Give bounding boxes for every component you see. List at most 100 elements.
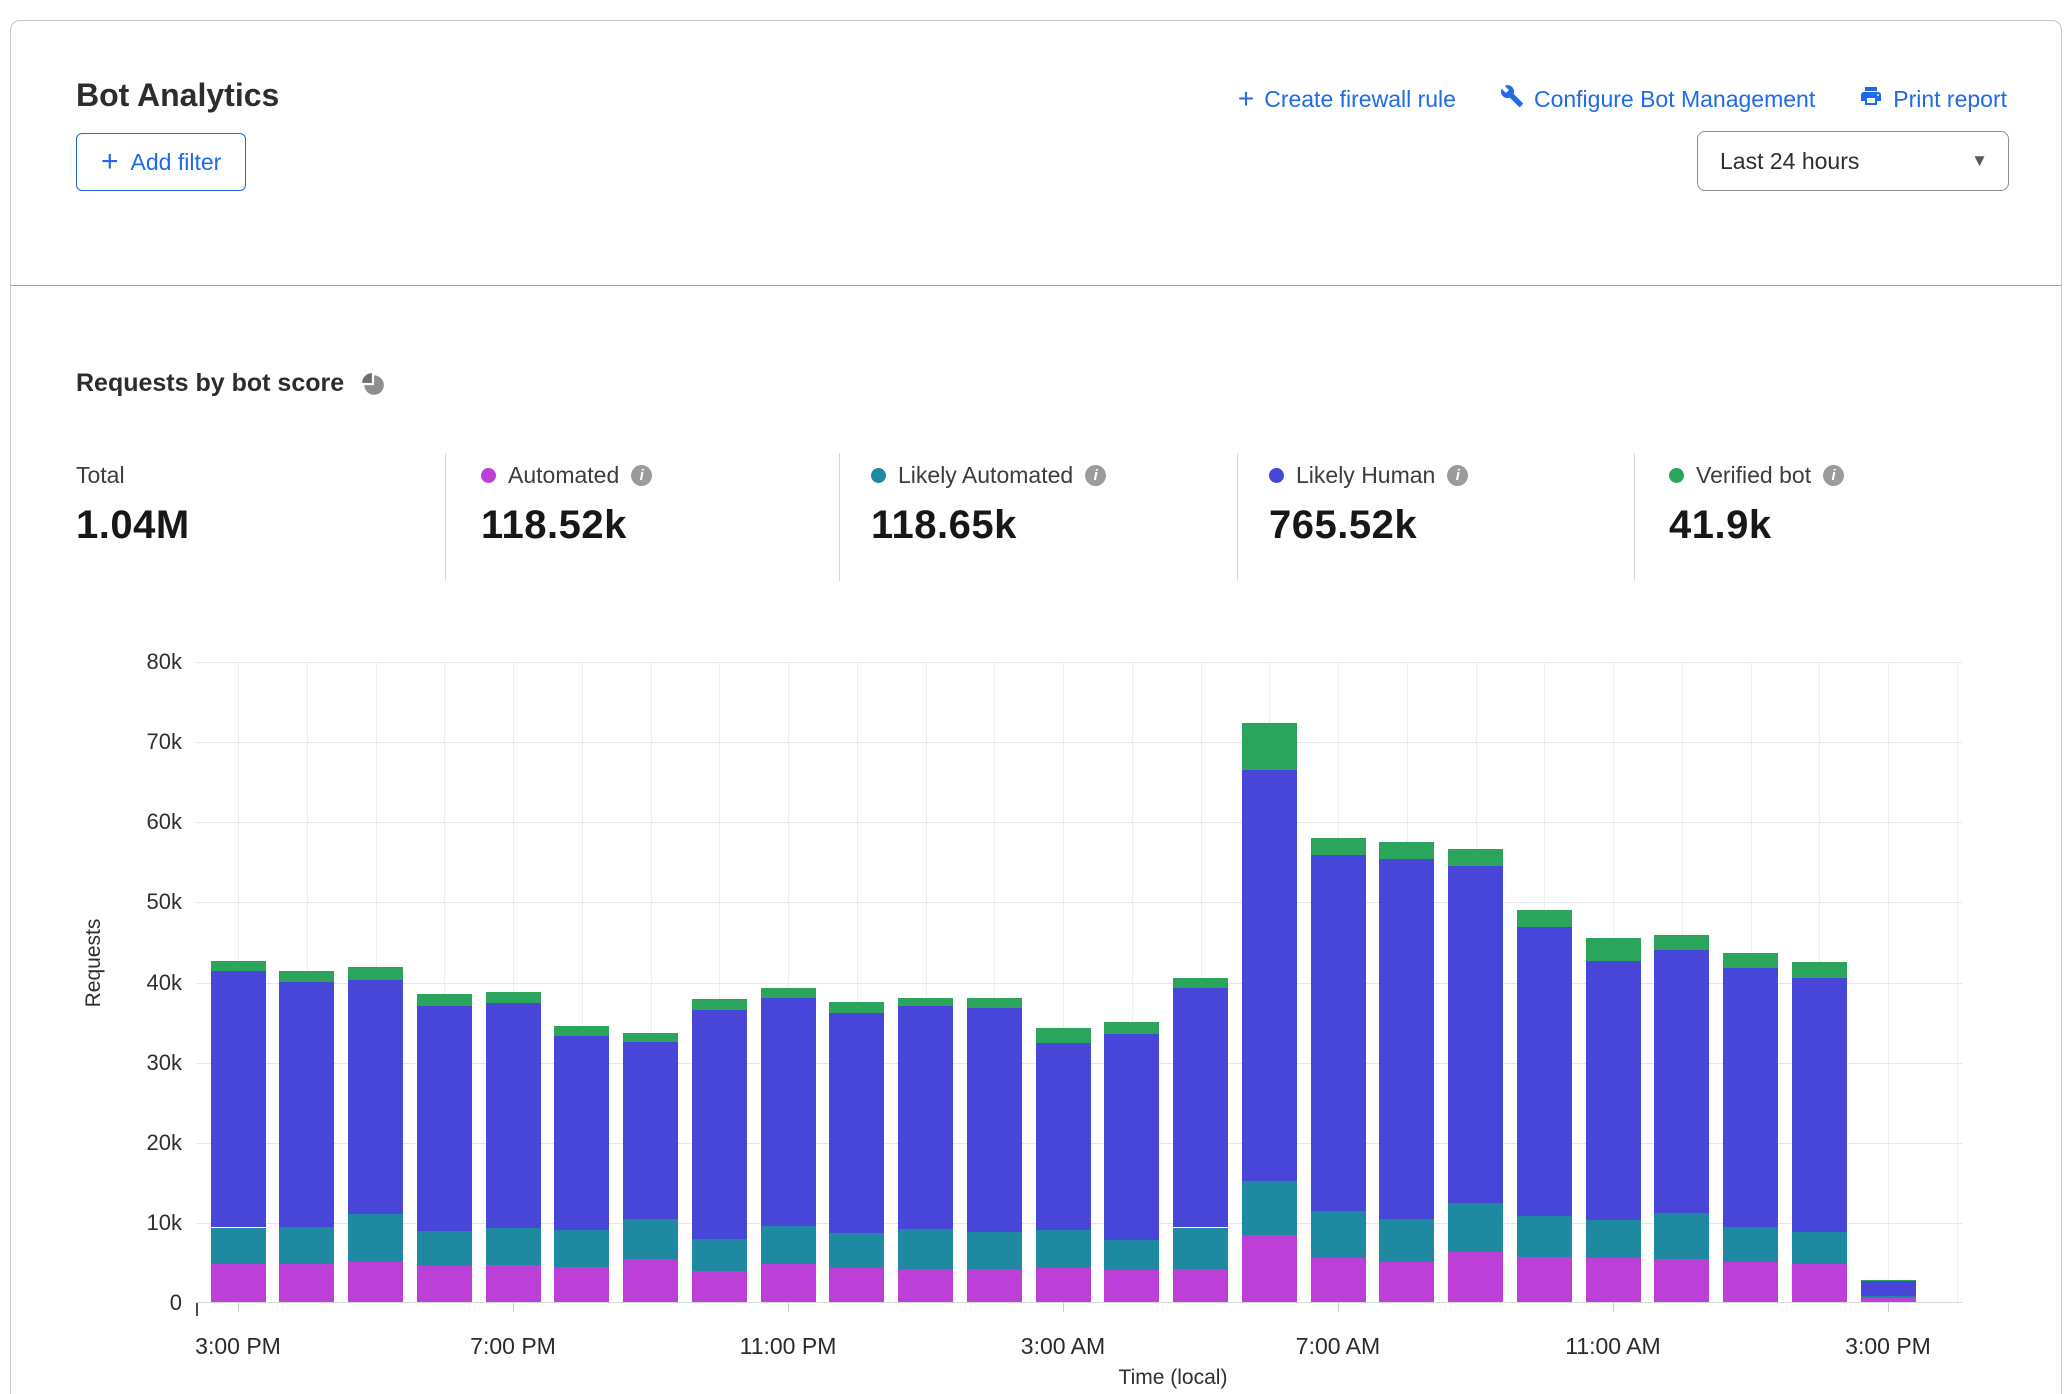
bar-segment-verified-bot[interactable] — [211, 961, 266, 971]
bar-segment-likely-human[interactable] — [1723, 968, 1778, 1228]
bar-segment-likely-automated[interactable] — [829, 1233, 884, 1267]
bar-segment-likely-human[interactable] — [898, 1006, 953, 1229]
bar-segment-verified-bot[interactable] — [692, 999, 747, 1009]
bar-segment-automated[interactable] — [1654, 1259, 1709, 1302]
bar-segment-automated[interactable] — [417, 1266, 472, 1302]
bar-segment-verified-bot[interactable] — [1379, 842, 1434, 859]
bar-segment-likely-human[interactable] — [1379, 859, 1434, 1219]
bar-segment-automated[interactable] — [1104, 1270, 1159, 1302]
bar-segment-likely-automated[interactable] — [1311, 1211, 1366, 1258]
bar-segment-verified-bot[interactable] — [1654, 935, 1709, 950]
bar-segment-likely-human[interactable] — [1311, 855, 1366, 1211]
bar-segment-likely-human[interactable] — [1517, 927, 1572, 1216]
bar-segment-likely-human[interactable] — [692, 1010, 747, 1239]
bar-segment-likely-human[interactable] — [1173, 988, 1228, 1228]
bar-segment-likely-human[interactable] — [1448, 866, 1503, 1203]
bar-segment-verified-bot[interactable] — [1173, 978, 1228, 988]
bar-segment-likely-automated[interactable] — [967, 1232, 1022, 1269]
bar-segment-likely-human[interactable] — [623, 1042, 678, 1218]
configure-bot-management-link[interactable]: Configure Bot Management — [1500, 84, 1815, 114]
bar-segment-likely-automated[interactable] — [761, 1226, 816, 1264]
bar-segment-automated[interactable] — [486, 1265, 541, 1302]
add-filter-button[interactable]: + Add filter — [76, 133, 246, 191]
bar-segment-automated[interactable] — [761, 1264, 816, 1302]
bar-segment-likely-automated[interactable] — [279, 1227, 334, 1264]
bar-segment-verified-bot[interactable] — [1448, 849, 1503, 866]
bar-segment-verified-bot[interactable] — [1242, 723, 1297, 770]
bar-segment-automated[interactable] — [1517, 1257, 1572, 1302]
info-icon[interactable]: i — [631, 465, 652, 486]
bar-segment-verified-bot[interactable] — [761, 988, 816, 998]
bar-segment-likely-automated[interactable] — [623, 1219, 678, 1259]
bar-segment-likely-human[interactable] — [829, 1013, 884, 1233]
bar-segment-likely-human[interactable] — [211, 971, 266, 1227]
bar-segment-likely-automated[interactable] — [898, 1229, 953, 1269]
bar-segment-verified-bot[interactable] — [1517, 910, 1572, 927]
bar-segment-verified-bot[interactable] — [279, 971, 334, 981]
info-icon[interactable]: i — [1447, 465, 1468, 486]
bar-segment-likely-automated[interactable] — [1861, 1296, 1916, 1298]
bar-segment-automated[interactable] — [1586, 1258, 1641, 1302]
bar-segment-likely-automated[interactable] — [1448, 1203, 1503, 1251]
bar-segment-likely-human[interactable] — [967, 1008, 1022, 1232]
bar-segment-verified-bot[interactable] — [1586, 938, 1641, 960]
bar-segment-likely-human[interactable] — [1242, 770, 1297, 1181]
bar-segment-verified-bot[interactable] — [1104, 1022, 1159, 1034]
info-icon[interactable]: i — [1823, 465, 1844, 486]
bar-segment-automated[interactable] — [829, 1268, 884, 1302]
bar-segment-likely-automated[interactable] — [348, 1214, 403, 1262]
bar-segment-automated[interactable] — [1242, 1235, 1297, 1302]
bar-segment-verified-bot[interactable] — [554, 1026, 609, 1036]
bar-segment-likely-human[interactable] — [1036, 1043, 1091, 1230]
bar-segment-verified-bot[interactable] — [1036, 1028, 1091, 1043]
bar-segment-likely-human[interactable] — [1792, 978, 1847, 1231]
bar-segment-verified-bot[interactable] — [967, 998, 1022, 1008]
bar-segment-automated[interactable] — [279, 1264, 334, 1302]
bar-segment-likely-human[interactable] — [279, 982, 334, 1227]
bar-segment-verified-bot[interactable] — [486, 992, 541, 1003]
bar-segment-verified-bot[interactable] — [417, 994, 472, 1006]
bar-segment-verified-bot[interactable] — [623, 1033, 678, 1043]
bar-segment-likely-human[interactable] — [554, 1036, 609, 1230]
time-range-select[interactable]: Last 24 hours ▼ — [1697, 131, 2009, 191]
bar-segment-automated[interactable] — [1379, 1262, 1434, 1302]
bar-segment-likely-automated[interactable] — [1242, 1181, 1297, 1235]
bar-segment-verified-bot[interactable] — [829, 1002, 884, 1012]
bar-segment-likely-automated[interactable] — [486, 1228, 541, 1265]
bar-segment-likely-human[interactable] — [1861, 1281, 1916, 1295]
bar-segment-verified-bot[interactable] — [1792, 962, 1847, 978]
bar-segment-automated[interactable] — [1723, 1262, 1778, 1302]
bar-segment-automated[interactable] — [1036, 1268, 1091, 1302]
bar-segment-automated[interactable] — [1173, 1269, 1228, 1302]
bar-segment-automated[interactable] — [1861, 1298, 1916, 1302]
print-report-link[interactable]: Print report — [1859, 84, 2007, 114]
bar-segment-likely-automated[interactable] — [1036, 1230, 1091, 1268]
bar-segment-likely-human[interactable] — [486, 1003, 541, 1228]
bar-segment-likely-automated[interactable] — [1517, 1216, 1572, 1257]
bar-segment-likely-automated[interactable] — [417, 1231, 472, 1266]
bar-segment-likely-automated[interactable] — [1792, 1232, 1847, 1264]
bar-segment-likely-human[interactable] — [1586, 961, 1641, 1221]
bar-segment-automated[interactable] — [623, 1259, 678, 1302]
bar-segment-automated[interactable] — [1311, 1258, 1366, 1302]
bar-segment-verified-bot[interactable] — [898, 998, 953, 1007]
bar-segment-likely-automated[interactable] — [1654, 1213, 1709, 1259]
bar-segment-automated[interactable] — [898, 1269, 953, 1302]
bar-segment-verified-bot[interactable] — [1311, 838, 1366, 855]
bar-segment-likely-automated[interactable] — [1586, 1220, 1641, 1258]
bar-segment-likely-human[interactable] — [761, 998, 816, 1226]
bar-segment-verified-bot[interactable] — [1861, 1280, 1916, 1281]
bar-segment-likely-human[interactable] — [348, 980, 403, 1214]
info-icon[interactable]: i — [1085, 465, 1106, 486]
bar-segment-automated[interactable] — [554, 1267, 609, 1302]
bar-segment-automated[interactable] — [1448, 1252, 1503, 1302]
bar-segment-likely-automated[interactable] — [211, 1228, 266, 1265]
bar-segment-verified-bot[interactable] — [348, 967, 403, 980]
bar-segment-likely-automated[interactable] — [692, 1239, 747, 1271]
bar-segment-likely-human[interactable] — [1104, 1034, 1159, 1240]
bar-segment-likely-automated[interactable] — [1104, 1240, 1159, 1270]
bar-segment-likely-human[interactable] — [1654, 950, 1709, 1213]
create-firewall-rule-link[interactable]: + Create firewall rule — [1238, 86, 1456, 113]
bar-segment-likely-automated[interactable] — [1723, 1227, 1778, 1261]
bar-segment-likely-human[interactable] — [417, 1006, 472, 1230]
